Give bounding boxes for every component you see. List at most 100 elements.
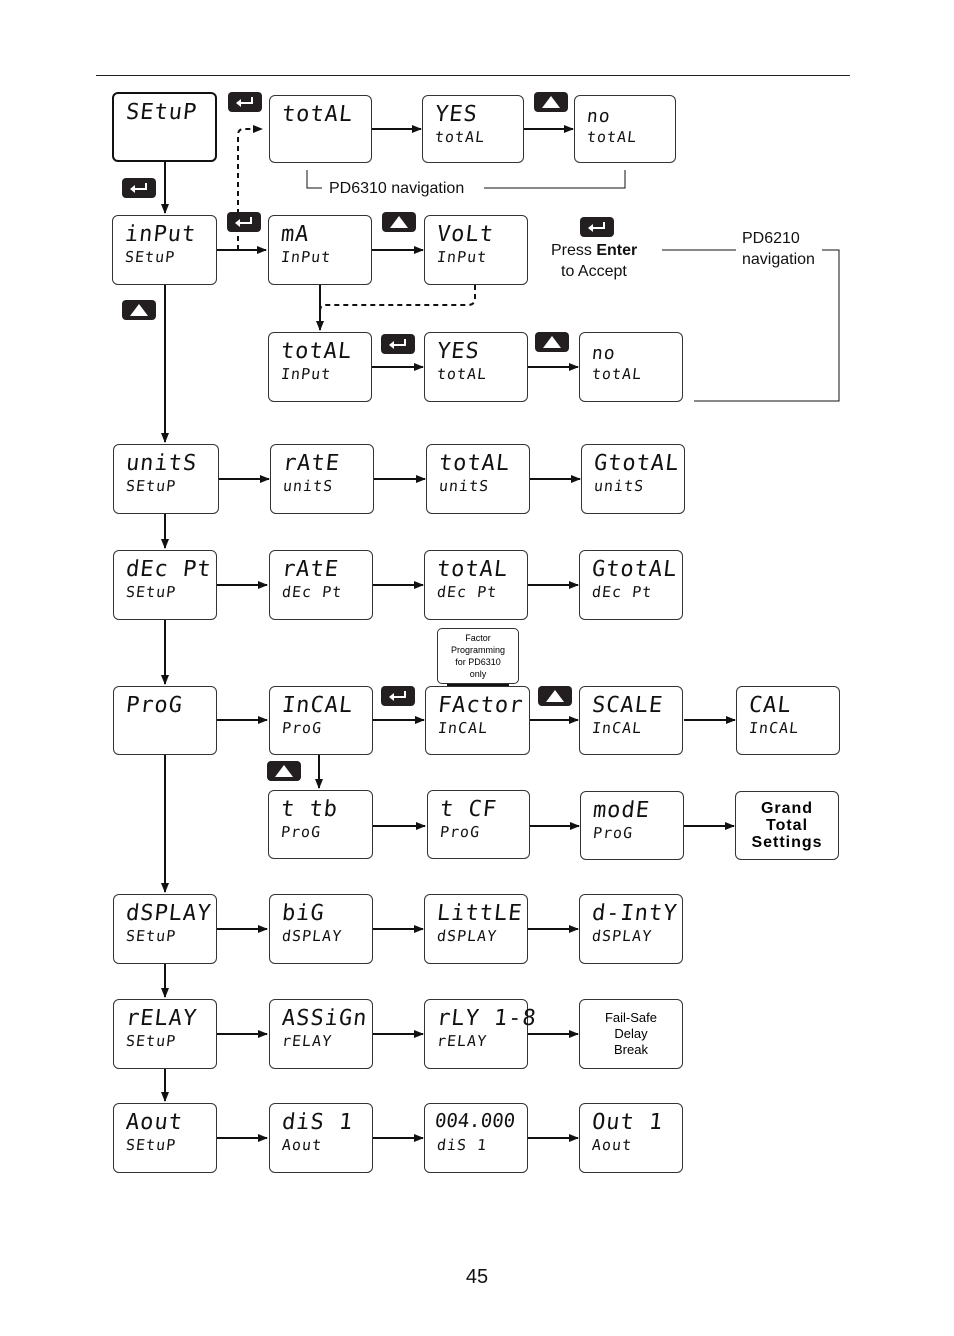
enter-key	[381, 686, 415, 706]
display-display-setup: dSPLAY SEtuP	[113, 894, 217, 964]
display-sub-text: rELAY	[281, 1032, 334, 1050]
display-main-text: SCALE	[590, 693, 665, 718]
display-sub-text: InCAL	[437, 719, 490, 737]
display-sub-text: ProG	[280, 823, 323, 841]
display-sub-text: SEtuP	[125, 1136, 178, 1154]
display-total-units: totAL unitS	[426, 444, 530, 514]
display-sub-text: unitS	[282, 477, 335, 495]
enter-icon	[389, 339, 406, 349]
display-sub-text: unitS	[593, 477, 646, 495]
grand-line: Grand	[760, 800, 814, 817]
display-sub-text: Aout	[591, 1136, 634, 1154]
display-sub-text: InCAL	[748, 719, 801, 737]
display-sub-text: totAL	[586, 128, 639, 146]
display-sub-text: SEtuP	[124, 248, 177, 266]
factor-note-line: Programming	[450, 645, 506, 655]
display-sub-text: ProG	[281, 719, 324, 737]
display-main-text: GtotAL	[590, 557, 679, 582]
display-assign: ASSiGn rELAY	[269, 999, 373, 1069]
display-prog: ProG	[113, 686, 217, 755]
display-main-text: totAL	[437, 451, 512, 476]
display-main-text: YES	[435, 339, 482, 364]
display-main-text: LittLE	[435, 901, 524, 926]
display-rate-units: rAtE unitS	[270, 444, 374, 514]
display-main-text: rAtE	[280, 557, 341, 582]
display-main-text: rAtE	[281, 451, 342, 476]
display-sub-text: dEc Pt	[436, 583, 499, 601]
failsafe-line: Break	[614, 1042, 648, 1057]
pd6210-label: PD6210	[742, 230, 800, 247]
display-main-text: t tb	[279, 797, 340, 822]
display-main-text: GtotAL	[592, 451, 681, 476]
up-arrow-key	[382, 212, 416, 232]
enter-icon	[236, 97, 253, 107]
display-sub-text: Aout	[281, 1136, 324, 1154]
failsafe-delay-break: Fail-Safe Delay Break	[579, 999, 683, 1069]
display-main-text: t CF	[438, 797, 499, 822]
up-arrow-key	[535, 332, 569, 352]
enter-key	[580, 217, 614, 237]
display-main-text: SEtuP	[124, 100, 199, 125]
display-main-text: no	[590, 343, 617, 364]
display-main-text: FActor	[436, 693, 525, 718]
display-main-text: ASSiGn	[280, 1006, 369, 1031]
up-arrow-icon	[543, 336, 561, 348]
enter-icon	[389, 691, 406, 701]
display-main-text: dEc Pt	[124, 557, 213, 582]
display-sub-text: dSPLAY	[436, 927, 499, 945]
display-main-text: totAL	[279, 339, 354, 364]
display-mode: modE ProG	[580, 791, 684, 860]
grand-total-settings: Grand Total Settings	[735, 791, 839, 860]
display-tcf: t CF ProG	[427, 790, 530, 859]
display-sub-text: InPut	[280, 365, 333, 383]
factor-note-line: for PD6310	[455, 657, 501, 667]
display-ma: mA InPut	[268, 215, 372, 285]
enter-key	[228, 92, 262, 112]
grand-line: Settings	[751, 834, 823, 851]
display-sub-text: ProG	[592, 824, 635, 842]
display-big: biG dSPLAY	[269, 894, 373, 964]
display-sub-text: totAL	[436, 365, 489, 383]
display-main-text: mA	[279, 222, 311, 247]
display-main-text: ProG	[124, 693, 185, 718]
failsafe-line: Fail-Safe	[604, 1010, 658, 1025]
page-number: 45	[465, 1266, 489, 1288]
display-value: 004.000 diS 1	[424, 1103, 528, 1173]
display-main-text: totAL	[435, 557, 510, 582]
display-relay-setup: rELAY SEtuP	[113, 999, 217, 1069]
display-rate-decpt: rAtE dEc Pt	[269, 550, 373, 620]
display-sub-text: InPut	[436, 248, 489, 266]
display-dis1: diS 1 Aout	[269, 1103, 373, 1173]
grand-line: Total	[765, 817, 809, 834]
display-gtotal-units: GtotAL unitS	[581, 444, 685, 514]
display-main-text: rELAY	[124, 1006, 199, 1031]
display-no-total-2: no totAL	[579, 332, 683, 402]
display-sub-text: dEc Pt	[591, 583, 654, 601]
press-enter-label: Press Enter	[551, 242, 637, 260]
display-rly: rLY 1-8 rELAY	[424, 999, 538, 1069]
display-main-text: rLY 1-8	[435, 1006, 539, 1031]
display-main-text: InCAL	[280, 693, 355, 718]
display-sub-text: ProG	[439, 823, 482, 841]
display-main-text: totAL	[280, 102, 355, 127]
display-main-text: modE	[591, 798, 652, 823]
pd6210-navigation-label: navigation	[742, 251, 815, 268]
display-total-decpt: totAL dEc Pt	[424, 550, 528, 620]
factor-note: Factor Programming for PD6310 only	[437, 628, 519, 684]
display-ttb: t tb ProG	[268, 790, 373, 859]
display-sub-text: dSPLAY	[281, 927, 344, 945]
display-main-text: YES	[433, 102, 480, 127]
up-arrow-icon	[130, 304, 148, 316]
up-arrow-icon	[542, 96, 560, 108]
display-d-inty: d-IntY dSPLAY	[579, 894, 683, 964]
up-arrow-icon	[275, 765, 293, 777]
enter-key	[122, 178, 156, 198]
to-accept-label: to Accept	[561, 263, 627, 280]
display-no-total: no totAL	[574, 95, 676, 163]
display-cal: CAL InCAL	[736, 686, 840, 755]
factor-note-line: Factor	[465, 633, 491, 643]
display-sub-text: SEtuP	[125, 927, 178, 945]
display-main-text: biG	[280, 901, 327, 926]
display-main-text: CAL	[747, 693, 794, 718]
display-main-text: unitS	[124, 451, 199, 476]
